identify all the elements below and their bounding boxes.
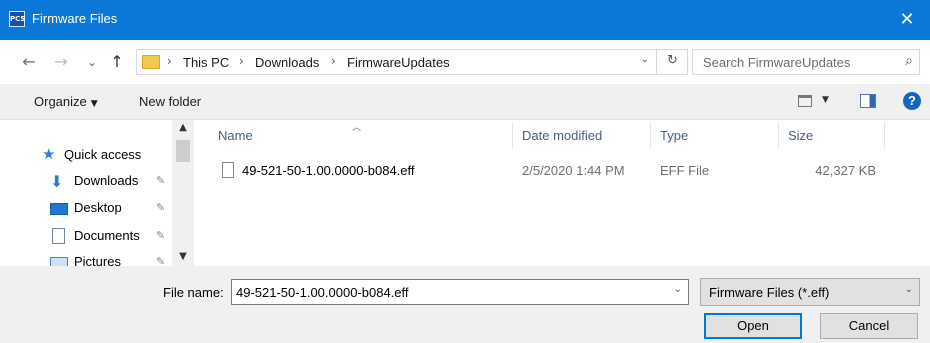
up-arrow-icon[interactable]: ↑ — [106, 52, 128, 72]
file-name-field[interactable]: 49-521-50-1.00.0000-b084.eff ⌄ — [231, 279, 689, 305]
navigation-pane: ★ Quick access ⬇ Downloads ✎ Desktop ✎ D… — [0, 120, 194, 266]
sort-ascending-icon: ︿ — [352, 123, 362, 133]
refresh-icon[interactable]: ↻ — [656, 49, 688, 75]
breadcrumb-firmwareupdates[interactable]: FirmwareUpdates — [347, 55, 450, 70]
file-name-label: File name: — [163, 285, 224, 300]
dialog-footer: File name: 49-521-50-1.00.0000-b084.eff … — [0, 266, 930, 343]
chevron-down-icon[interactable]: ⌄ — [674, 284, 682, 295]
column-divider[interactable] — [512, 122, 513, 148]
sidebar-item-label: Downloads — [74, 173, 139, 188]
scroll-down-icon[interactable]: ▼ — [172, 251, 194, 262]
folder-icon — [142, 55, 160, 69]
organize-button[interactable]: Organize ▼ — [34, 94, 98, 109]
size-cell: 42,327 KB — [815, 163, 876, 178]
pin-icon[interactable]: ✎ — [156, 201, 165, 214]
file-name-cell: 49-521-50-1.00.0000-b084.eff — [242, 163, 415, 178]
navigation-scrollbar[interactable]: ▲ ▼ — [172, 120, 194, 266]
pin-icon[interactable]: ✎ — [156, 174, 165, 187]
scroll-up-icon[interactable]: ▲ — [172, 122, 194, 133]
star-icon: ★ — [42, 145, 56, 163]
sidebar-item-label: Desktop — [74, 200, 122, 215]
chevron-down-icon: ▼ — [90, 99, 98, 109]
search-icon[interactable]: ⌕ — [905, 53, 913, 69]
file-type-select[interactable]: Firmware Files (*.eff) ⌄ — [700, 278, 920, 306]
close-icon[interactable]: ✕ — [884, 0, 930, 40]
sidebar-item-label: Pictures — [74, 254, 121, 266]
cancel-button[interactable]: Cancel — [820, 313, 918, 339]
chevron-down-icon[interactable]: ⌄ — [905, 284, 913, 295]
search-box[interactable]: Search FirmwareUpdates ⌕ — [692, 49, 920, 75]
column-header-type[interactable]: Type — [660, 128, 688, 143]
open-button[interactable]: Open — [704, 313, 802, 339]
file-list: ︿ Name Date modified Type Size 49-521-50… — [194, 120, 930, 266]
desktop-icon — [50, 203, 68, 215]
sidebar-item-label: Documents — [74, 228, 140, 243]
scrollbar-thumb[interactable] — [176, 140, 190, 162]
pin-icon[interactable]: ✎ — [156, 229, 165, 242]
new-folder-button[interactable]: New folder — [139, 94, 201, 109]
window-title: Firmware Files — [32, 11, 118, 26]
breadcrumb-downloads[interactable]: Downloads — [255, 55, 319, 70]
preview-pane-icon[interactable] — [860, 94, 876, 108]
sidebar-item-label: Quick access — [64, 147, 142, 162]
breadcrumb-this-pc[interactable]: This PC — [183, 55, 229, 70]
type-cell: EFF File — [660, 163, 710, 178]
table-row[interactable]: 49-521-50-1.00.0000-b084.eff 2/5/2020 1:… — [212, 158, 912, 182]
search-input[interactable]: Search FirmwareUpdates — [703, 55, 850, 70]
back-arrow-icon[interactable]: ← — [18, 52, 40, 72]
breadcrumb-separator: › — [239, 54, 244, 68]
column-header-name[interactable]: Name — [218, 128, 253, 143]
sidebar-item-pictures[interactable]: Pictures ✎ — [0, 249, 170, 266]
sidebar-item-documents[interactable]: Documents ✎ — [0, 223, 170, 249]
column-header-size[interactable]: Size — [788, 128, 813, 143]
chevron-down-icon[interactable]: ▼ — [822, 95, 829, 105]
pin-icon[interactable]: ✎ — [156, 255, 165, 266]
documents-icon — [52, 228, 65, 244]
sidebar-item-desktop[interactable]: Desktop ✎ — [0, 195, 170, 221]
forward-arrow-icon[interactable]: → — [50, 52, 72, 72]
file-icon — [222, 162, 234, 178]
column-header-date-modified[interactable]: Date modified — [522, 128, 602, 143]
organize-label: Organize — [34, 94, 87, 109]
command-bar: Organize ▼ New folder ▼ ? — [0, 84, 930, 120]
view-options-icon[interactable] — [798, 95, 812, 107]
recent-locations-icon[interactable]: ⌄ — [84, 52, 100, 72]
sidebar-item-quick-access[interactable]: ★ Quick access — [0, 142, 170, 168]
app-icon: PCS — [9, 11, 25, 27]
column-divider[interactable] — [884, 122, 885, 148]
download-icon: ⬇ — [50, 172, 64, 191]
column-divider[interactable] — [778, 122, 779, 148]
help-icon[interactable]: ? — [903, 92, 921, 110]
address-row: ← → ⌄ ↑ › This PC › Downloads › Firmware… — [0, 40, 930, 84]
breadcrumb-separator: › — [331, 54, 336, 68]
column-divider[interactable] — [650, 122, 651, 148]
file-type-value: Firmware Files (*.eff) — [709, 285, 830, 300]
file-name-value[interactable]: 49-521-50-1.00.0000-b084.eff — [236, 285, 409, 300]
chevron-down-icon[interactable]: ⌄ — [641, 54, 649, 65]
date-modified-cell: 2/5/2020 1:44 PM — [522, 163, 625, 178]
sidebar-item-downloads[interactable]: ⬇ Downloads ✎ — [0, 168, 170, 194]
title-bar: PCS Firmware Files ✕ — [0, 0, 930, 40]
address-bar[interactable]: › This PC › Downloads › FirmwareUpdates … — [136, 49, 688, 75]
pictures-icon — [50, 257, 68, 266]
breadcrumb-separator: › — [167, 54, 172, 68]
